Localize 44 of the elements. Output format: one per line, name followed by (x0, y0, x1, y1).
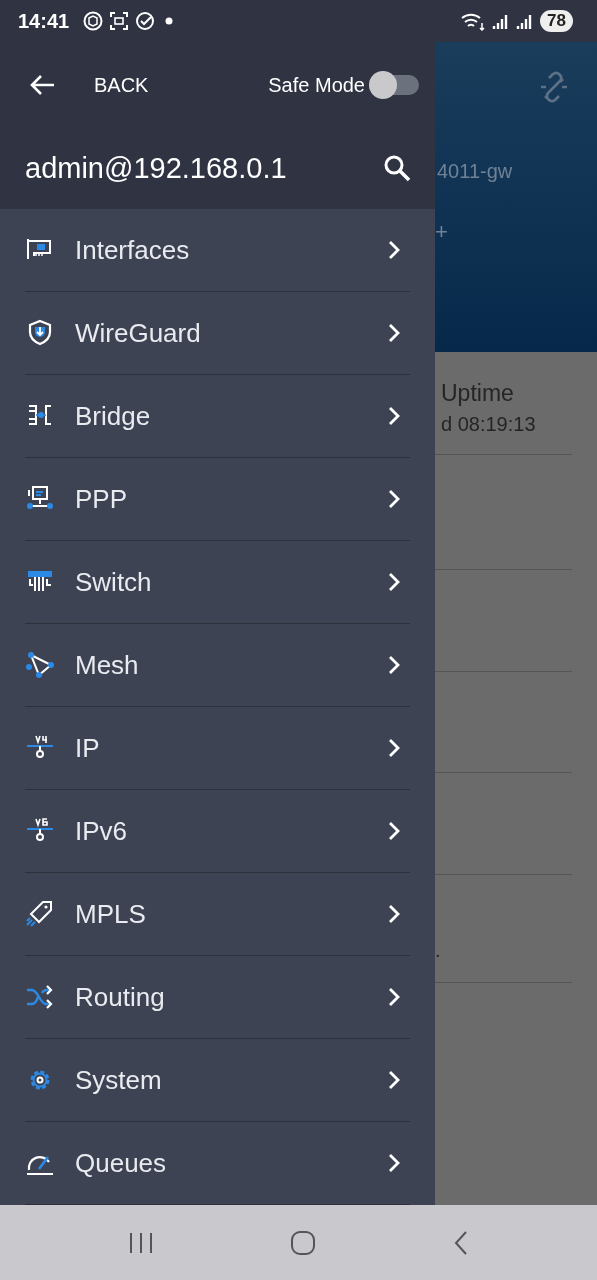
search-icon[interactable] (383, 154, 411, 182)
uptime-label: Uptime (441, 380, 515, 407)
plus-sign: + (435, 219, 449, 245)
chevron-right-icon (388, 1153, 400, 1173)
chevron-right-icon (388, 323, 400, 343)
battery-level: 78 (540, 10, 573, 32)
chevron-right-icon (388, 406, 400, 426)
menu-item[interactable]: Mesh (25, 624, 410, 707)
device-name: 4011-gw (437, 160, 514, 183)
clock-time: 14:41 (18, 9, 70, 33)
wifi-icon (460, 11, 487, 31)
check-circle-icon (135, 11, 156, 31)
mesh-icon (25, 650, 55, 680)
menu-item[interactable]: WireGuard (25, 292, 410, 375)
back-button[interactable]: BACK (28, 73, 149, 97)
back-icon[interactable] (452, 1229, 469, 1256)
scan-icon (109, 11, 130, 31)
chevron-right-icon (388, 987, 400, 1007)
chevron-right-icon (388, 572, 400, 592)
menu-item[interactable]: Bridge (25, 375, 410, 458)
home-icon[interactable] (290, 1229, 317, 1256)
safe-mode-toggle[interactable] (369, 71, 419, 99)
uptime-value: d 08:19:13 (441, 413, 537, 436)
safe-mode-label: Safe Mode (268, 73, 365, 97)
menu-item[interactable]: PPP (25, 458, 410, 541)
menu-item[interactable]: Routing (25, 956, 410, 1039)
chevron-right-icon (388, 655, 400, 675)
back-arrow-icon (28, 73, 56, 97)
chevron-right-icon (388, 1070, 400, 1090)
chevron-right-icon (388, 240, 400, 260)
connection-address: admin@192.168.0.1 (25, 151, 288, 185)
menu-item[interactable]: System (25, 1039, 410, 1122)
menu-item[interactable]: IPv6 (25, 790, 410, 873)
tag-icon (25, 899, 55, 929)
menu-item[interactable]: Interfaces (25, 209, 410, 292)
menu-item[interactable]: IP (25, 707, 410, 790)
chevron-right-icon (388, 738, 400, 758)
menu-item[interactable]: MPLS (25, 873, 410, 956)
chevron-right-icon (388, 821, 400, 841)
row-text: . (435, 938, 442, 963)
chevron-right-icon (388, 489, 400, 509)
menu-item[interactable]: Switch (25, 541, 410, 624)
chevron-right-icon (388, 904, 400, 924)
recent-apps-icon[interactable] (128, 1230, 155, 1255)
